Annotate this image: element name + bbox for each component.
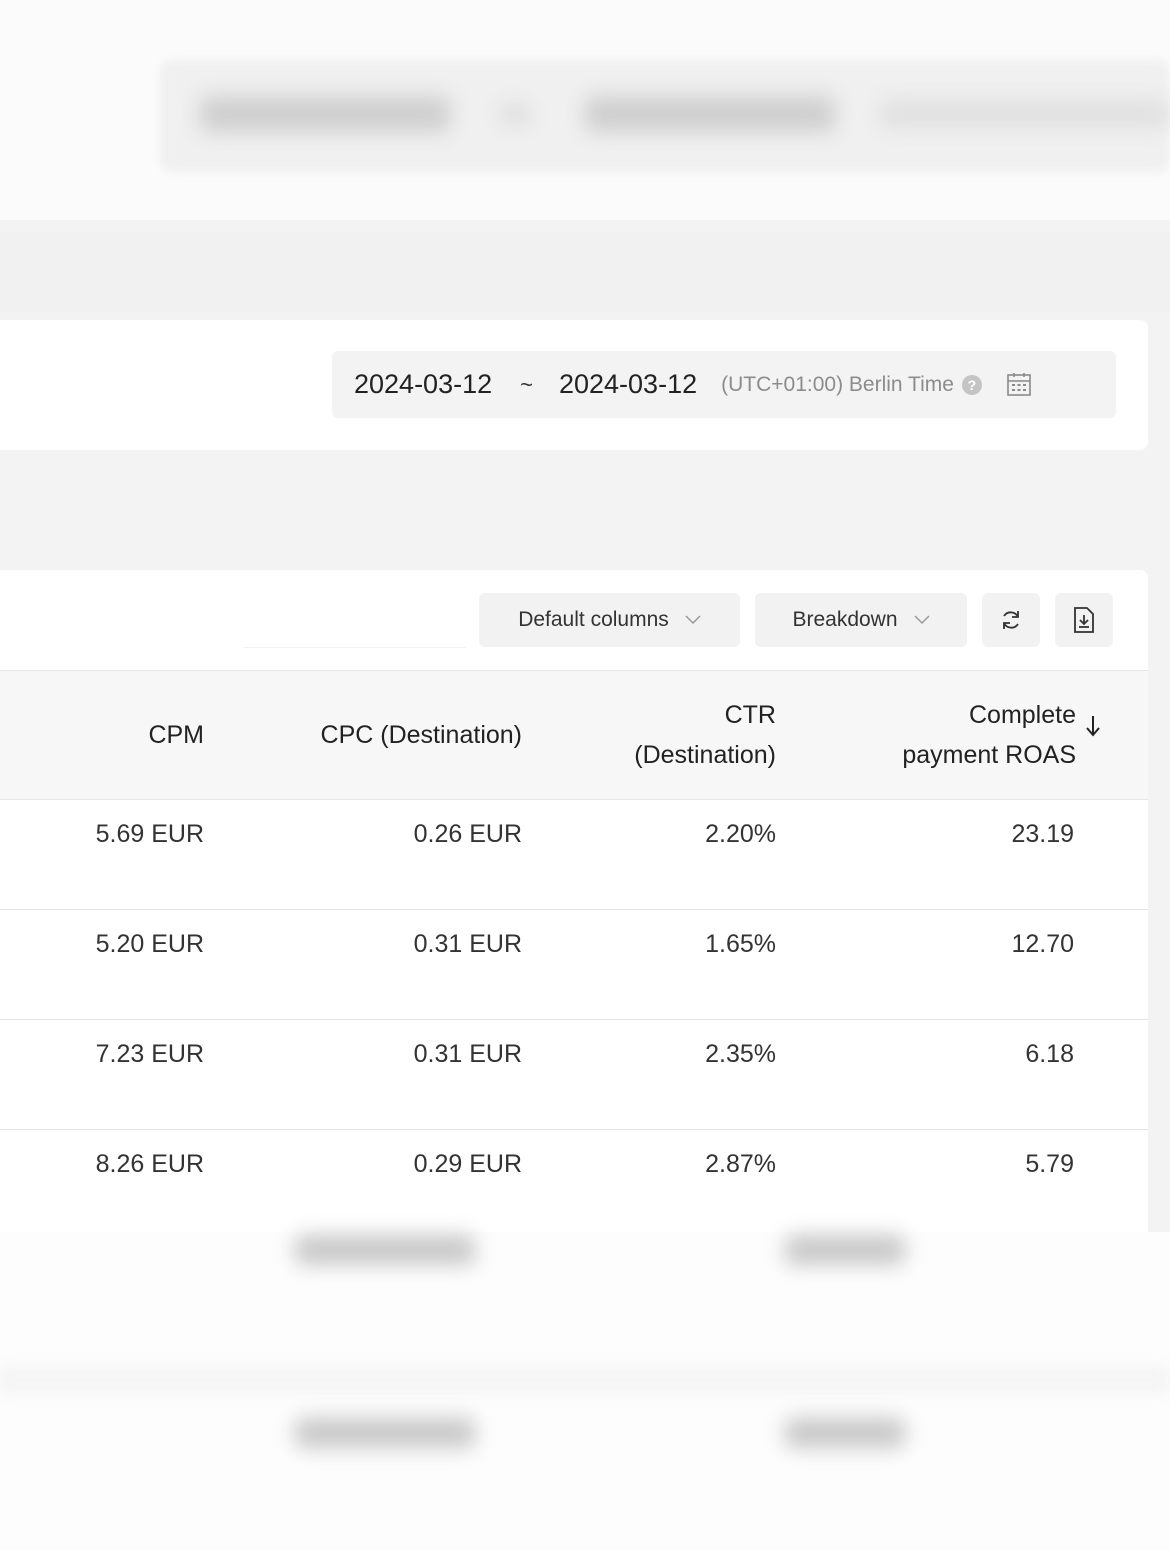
table-row[interactable]: 7.23 EUR 0.31 EUR 2.35% 6.18: [0, 1020, 1148, 1130]
column-header-cpc[interactable]: CPC (Destination): [242, 671, 522, 799]
calendar-icon[interactable]: [1006, 372, 1032, 398]
roas-cell: 5.79: [1025, 1150, 1074, 1178]
cpc-cell: 0.31 EUR: [413, 1040, 522, 1068]
column-header-label: CTR (Destination): [634, 701, 776, 769]
breakdown-label: Breakdown: [792, 608, 898, 631]
export-button[interactable]: [1055, 593, 1113, 647]
ctr-cell: 1.65%: [705, 930, 776, 958]
start-date: 2024-03-12: [354, 369, 493, 399]
ctr-cell: 2.35%: [705, 1040, 776, 1068]
blurred-cell: [295, 1235, 475, 1265]
blurred-row-divider: [0, 1365, 1170, 1395]
table-row[interactable]: 5.20 EUR 0.31 EUR 1.65% 12.70: [0, 910, 1148, 1020]
blurred-text: [880, 100, 1170, 128]
ctr-cell: 2.20%: [705, 820, 776, 848]
default-columns-dropdown[interactable]: Default columns: [479, 593, 740, 647]
column-header-roas[interactable]: Complete payment ROAS: [816, 671, 1100, 799]
column-header-label: CPM: [148, 721, 204, 749]
blurred-text: [500, 104, 530, 124]
table-row[interactable]: 8.26 EUR 0.29 EUR 2.87% 5.79: [0, 1130, 1148, 1240]
column-header-label: Complete payment ROAS: [902, 701, 1076, 769]
question-circle-icon[interactable]: ?: [961, 374, 982, 395]
blurred-cell: [785, 1418, 905, 1448]
cpm-cell: 8.26 EUR: [95, 1150, 204, 1178]
blurred-tab-bar: [0, 232, 1170, 312]
ctr-cell: 2.87%: [705, 1150, 776, 1178]
refresh-button[interactable]: [982, 593, 1040, 647]
blurred-text: [585, 96, 835, 132]
breakdown-dropdown[interactable]: Breakdown: [755, 593, 967, 647]
toolbar-divider: [244, 647, 466, 648]
chevron-down-icon: [914, 615, 930, 625]
end-date: 2024-03-12: [558, 369, 698, 399]
refresh-icon: [999, 608, 1023, 632]
report-table-panel: Default columns Breakdown CPM CPC (Desti…: [0, 570, 1148, 1240]
roas-cell: 23.19: [1011, 820, 1074, 848]
cpm-cell: 7.23 EUR: [95, 1040, 204, 1068]
cpc-cell: 0.29 EUR: [413, 1150, 522, 1178]
default-columns-label: Default columns: [518, 608, 669, 631]
blurred-cell: [785, 1235, 905, 1265]
table-row[interactable]: 5.69 EUR 0.26 EUR 2.20% 23.19: [0, 800, 1148, 910]
cpm-cell: 5.69 EUR: [95, 820, 204, 848]
chevron-down-icon: [685, 615, 701, 625]
date-range-panel: 2024-03-12 ~ 2024-03-12 (UTC+01:00) Berl…: [0, 320, 1148, 450]
timezone-label: (UTC+01:00) Berlin Time: [721, 372, 954, 396]
cpc-cell: 0.26 EUR: [413, 820, 522, 848]
cpc-cell: 0.31 EUR: [413, 930, 522, 958]
download-file-icon: [1073, 607, 1095, 633]
roas-cell: 6.18: [1025, 1040, 1074, 1068]
date-separator: ~: [520, 371, 533, 397]
table-header: CPM CPC (Destination) CTR (Destination) …: [0, 670, 1148, 800]
roas-cell: 12.70: [1011, 930, 1074, 958]
date-range-picker[interactable]: 2024-03-12 ~ 2024-03-12 (UTC+01:00) Berl…: [332, 351, 1116, 418]
sort-descending-icon[interactable]: [1086, 715, 1100, 737]
column-header-ctr[interactable]: CTR (Destination): [576, 671, 776, 799]
blurred-text: [200, 96, 450, 132]
cpm-cell: 5.20 EUR: [95, 930, 204, 958]
blurred-cell: [295, 1418, 475, 1448]
column-header-cpm[interactable]: CPM: [4, 671, 204, 799]
column-header-label: CPC (Destination): [320, 721, 522, 749]
